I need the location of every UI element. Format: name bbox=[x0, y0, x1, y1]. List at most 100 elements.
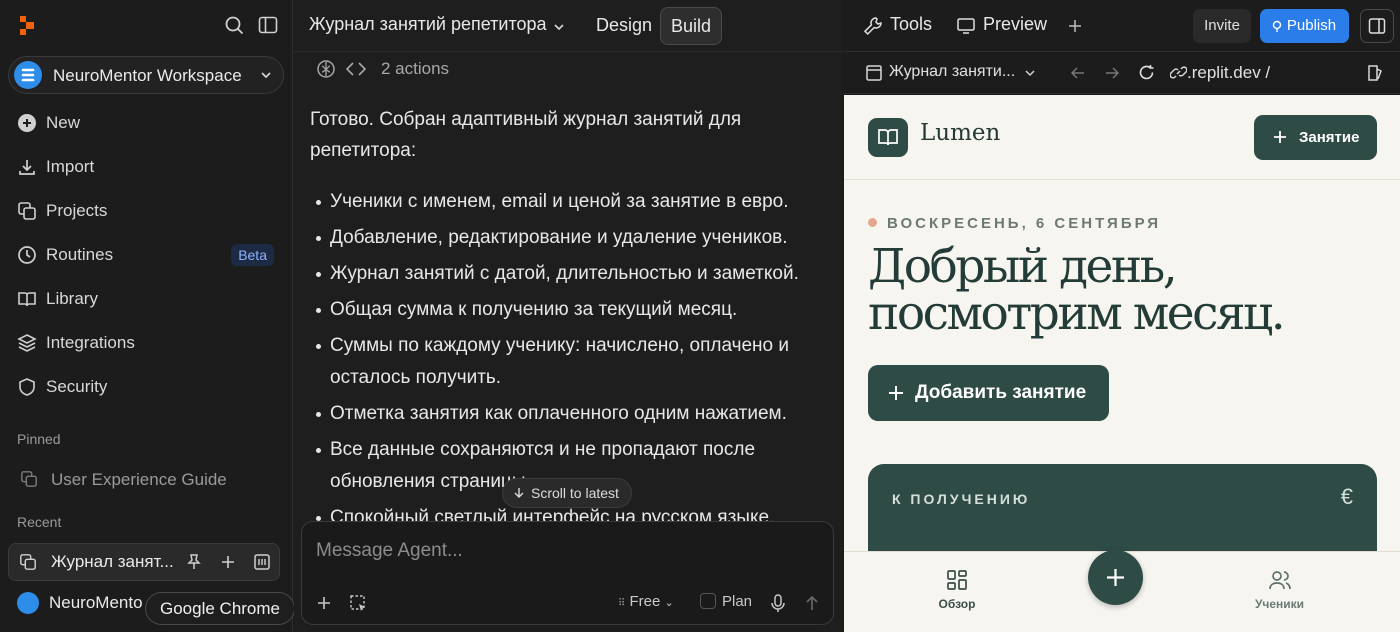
projects-icon bbox=[21, 471, 37, 487]
message-input[interactable]: Message Agent... bbox=[316, 540, 463, 562]
scroll-to-latest-button[interactable]: Scroll to latest bbox=[502, 478, 632, 508]
nav-students[interactable]: Ученики bbox=[1247, 569, 1312, 611]
plus-icon[interactable] bbox=[219, 553, 237, 571]
search-icon[interactable] bbox=[223, 14, 245, 36]
dots-icon: ⠿ bbox=[618, 598, 626, 609]
actions-bar[interactable]: 2 actions bbox=[310, 58, 630, 82]
brand-name: Lumen bbox=[920, 120, 1001, 146]
app-preview: Lumen Занятие ВОСКРЕСЕНЬ, 6 СЕНТЯБРЯ Доб… bbox=[844, 95, 1400, 632]
plan-checkbox[interactable] bbox=[700, 593, 716, 609]
sidebar-item-label: Library bbox=[46, 289, 98, 308]
tab-design[interactable]: Design bbox=[586, 7, 662, 45]
sidebar-item-label: Security bbox=[46, 377, 108, 396]
wrench-icon bbox=[863, 17, 882, 36]
add-fab-button[interactable] bbox=[1088, 550, 1143, 605]
sidebar-item-label: Import bbox=[46, 157, 95, 176]
scroll-to-latest-label: Scroll to latest bbox=[531, 485, 619, 501]
add-session-header-button[interactable]: Занятие bbox=[1254, 115, 1377, 160]
code-icon bbox=[345, 62, 367, 76]
dashboard-grid-icon bbox=[947, 570, 967, 590]
sidebar-item-library[interactable]: Library bbox=[8, 279, 284, 319]
plus-icon[interactable] bbox=[1066, 17, 1084, 35]
microphone-icon[interactable] bbox=[768, 593, 788, 613]
add-session-label: Добавить занятие bbox=[915, 382, 1087, 403]
sidebar-item-label: Routines bbox=[46, 245, 114, 264]
url-text[interactable]: .replit.dev / bbox=[1187, 63, 1270, 83]
recent-project-item[interactable]: Журнал занят... bbox=[8, 543, 280, 581]
chat-header: Журнал занятий репетитора Design Build bbox=[294, 0, 842, 52]
right-toolbar: Tools Preview Invite Publish bbox=[843, 0, 1400, 52]
forward-arrow-icon[interactable] bbox=[1103, 64, 1121, 82]
chevron-down-icon[interactable] bbox=[1024, 67, 1036, 79]
mode-label: Free bbox=[629, 593, 661, 610]
sidebar-right-icon bbox=[1368, 18, 1386, 34]
tab-build[interactable]: Build bbox=[660, 7, 723, 45]
plus-icon bbox=[889, 386, 903, 400]
preview-url-bar: Журнал заняти... .replit.dev / bbox=[843, 52, 1400, 94]
list-item: Отметка занятия как оплаченного одним на… bbox=[310, 398, 830, 430]
invite-button[interactable]: Invite bbox=[1193, 9, 1251, 43]
link-icon bbox=[1170, 66, 1187, 79]
chevron-down-icon[interactable] bbox=[552, 20, 566, 34]
reload-icon[interactable] bbox=[1137, 63, 1156, 82]
agent-message: Готово. Собран адаптивный журнал занятий… bbox=[310, 104, 830, 538]
panel-toggle-button[interactable] bbox=[1360, 9, 1394, 43]
plus-icon bbox=[1274, 131, 1286, 143]
sidebar-item-projects[interactable]: Projects bbox=[8, 191, 284, 231]
shield-icon bbox=[19, 378, 35, 396]
sidebar-item-new[interactable]: New bbox=[8, 103, 284, 143]
tab-tools[interactable]: Tools bbox=[890, 14, 932, 35]
workspace-item-label: NeuroMento bbox=[49, 593, 143, 612]
plus-circle-icon bbox=[18, 114, 36, 132]
clock-icon bbox=[18, 246, 36, 264]
plan-toggle[interactable]: Plan bbox=[700, 593, 752, 610]
preview-header: Lumen Занятие bbox=[844, 95, 1400, 180]
plus-icon[interactable] bbox=[314, 593, 334, 613]
replit-logo-icon[interactable] bbox=[17, 14, 37, 38]
list-item: Журнал занятий с датой, длительностью и … bbox=[310, 258, 830, 290]
publish-icon bbox=[1272, 20, 1282, 32]
message-composer: Message Agent... ⠿ Free ⌄ Plan bbox=[301, 521, 834, 625]
projects-icon bbox=[20, 554, 36, 570]
right-panel: Tools Preview Invite Publish Журнал заня… bbox=[843, 0, 1400, 632]
list-item: Ученики с именем, email и ценой за занят… bbox=[310, 186, 830, 218]
sidebar-item-integrations[interactable]: Integrations bbox=[8, 323, 284, 363]
euro-icon: € bbox=[1340, 484, 1353, 509]
send-arrow-icon[interactable] bbox=[802, 593, 822, 613]
project-title[interactable]: Журнал занятий репетитора bbox=[309, 14, 547, 35]
monitor-icon bbox=[957, 18, 975, 34]
mode-selector[interactable]: ⠿ Free ⌄ bbox=[618, 593, 674, 610]
sidebar-toggle-icon[interactable] bbox=[257, 14, 279, 36]
users-icon bbox=[1268, 571, 1291, 590]
chevron-down-icon: ⌄ bbox=[664, 597, 674, 609]
page-title-selector[interactable]: Журнал заняти... bbox=[889, 63, 1015, 81]
agent-chat-panel: Журнал занятий репетитора Design Build 2… bbox=[294, 0, 842, 632]
sidebar-item-routines[interactable]: Routines Beta bbox=[8, 235, 284, 275]
pinned-item[interactable]: User Experience Guide bbox=[8, 460, 280, 498]
download-icon bbox=[19, 160, 35, 175]
sidebar-item-import[interactable]: Import bbox=[8, 147, 284, 187]
devtools-icon[interactable] bbox=[1365, 63, 1385, 83]
pin-icon[interactable] bbox=[185, 553, 203, 571]
sidebar: NeuroMentor Workspace New Import Project… bbox=[0, 0, 296, 632]
workspace-avatar bbox=[17, 592, 39, 614]
arrow-down-icon bbox=[514, 488, 524, 498]
sidebar-item-security[interactable]: Security bbox=[8, 367, 284, 407]
add-session-button[interactable]: Добавить занятие bbox=[868, 365, 1109, 421]
current-date: ВОСКРЕСЕНЬ, 6 СЕНТЯБРЯ bbox=[868, 215, 1161, 232]
tab-preview[interactable]: Preview bbox=[983, 14, 1047, 35]
sidebar-header bbox=[0, 0, 293, 52]
book-icon bbox=[18, 292, 36, 307]
book-open-icon bbox=[878, 129, 898, 146]
grid-icon[interactable] bbox=[253, 553, 271, 571]
header-button-label: Занятие bbox=[1299, 129, 1360, 146]
back-arrow-icon[interactable] bbox=[1069, 64, 1087, 82]
card-label: К ПОЛУЧЕНИЮ bbox=[892, 491, 1031, 507]
nav-overview-label: Обзор bbox=[938, 597, 976, 611]
list-item: Суммы по каждому ученику: начислено, опл… bbox=[310, 330, 830, 394]
workspace-switcher[interactable]: NeuroMentor Workspace bbox=[8, 56, 284, 94]
nav-overview[interactable]: Обзор bbox=[932, 569, 982, 611]
select-area-icon[interactable] bbox=[348, 593, 368, 613]
publish-button[interactable]: Publish bbox=[1260, 9, 1349, 43]
date-text: ВОСКРЕСЕНЬ, 6 СЕНТЯБРЯ bbox=[887, 215, 1162, 232]
